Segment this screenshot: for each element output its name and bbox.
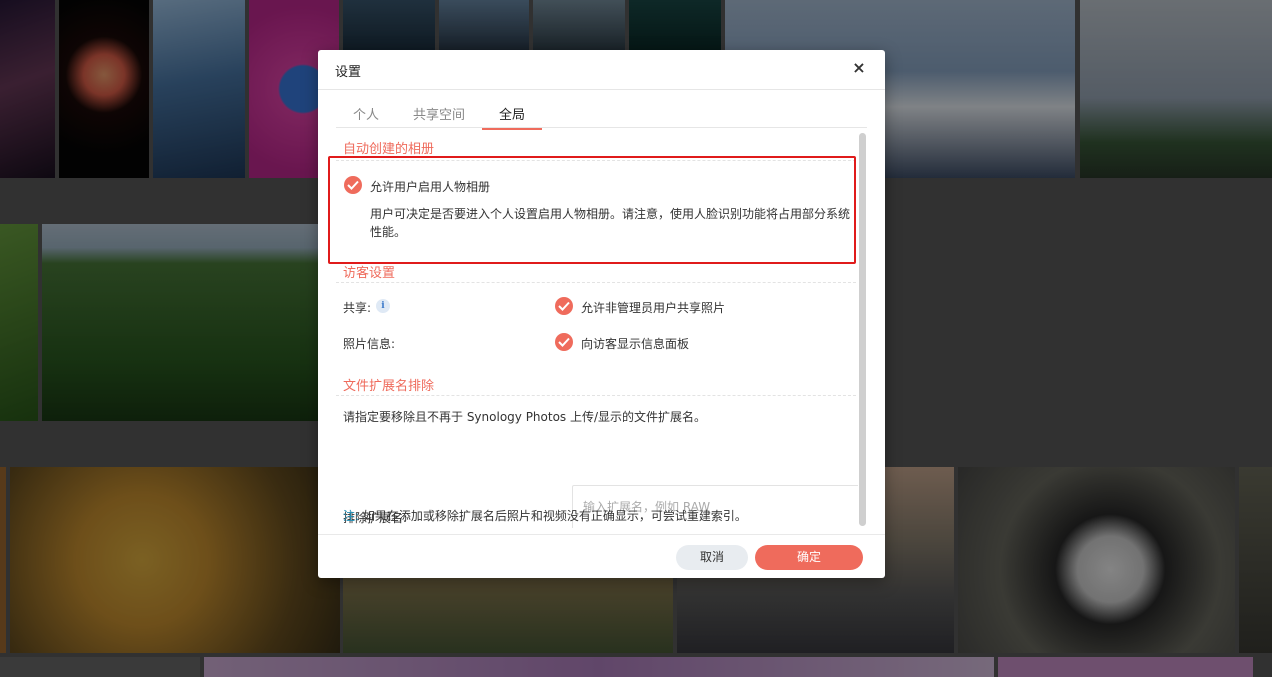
person-album-description: 用户可决定是否要进入个人设置启用人物相册。请注意，使用人脸识别功能将占用部分系统… — [370, 207, 851, 239]
title-divider — [318, 89, 885, 90]
section-divider — [336, 282, 856, 283]
note-text: 如果在添加或移除扩展名后照片和视频没有正确显示，可尝试重建索引。 — [362, 509, 747, 523]
info-panel-label: 向访客显示信息面板 — [581, 337, 690, 351]
section-title-visitor: 访客设置 — [343, 266, 396, 281]
note-label: 注: — [343, 509, 360, 523]
settings-dialog: 设置 × 个人 共享空间 全局 自动创建的相册 允许用户启用人物相册 用户可决定… — [318, 50, 885, 578]
content-scrollbar[interactable] — [859, 133, 866, 526]
checkmark-icon — [558, 301, 570, 311]
tabs-divider — [336, 127, 867, 128]
person-album-checkbox[interactable] — [344, 176, 362, 194]
footer-divider — [318, 534, 885, 535]
section-title-ext-exclude: 文件扩展名排除 — [343, 379, 435, 394]
settings-tabs: 个人 共享空间 全局 — [336, 104, 543, 130]
share-label: 共享: — [343, 301, 372, 315]
share-photos-label: 允许非管理员用户共享照片 — [581, 301, 726, 315]
cancel-button[interactable]: 取消 — [676, 545, 748, 570]
tab-shared-space[interactable]: 共享空间 — [396, 104, 482, 128]
info-icon[interactable]: i — [376, 299, 390, 313]
tab-personal[interactable]: 个人 — [336, 104, 396, 128]
section-divider — [336, 160, 856, 161]
photo-info-label: 照片信息: — [343, 337, 396, 351]
tab-global[interactable]: 全局 — [482, 104, 543, 130]
share-photos-checkbox[interactable] — [555, 297, 573, 315]
note: 注: 如果在添加或移除扩展名后照片和视频没有正确显示，可尝试重建索引。 — [343, 507, 747, 524]
checkmark-icon — [347, 180, 359, 190]
ext-exclude-instruction: 请指定要移除且不再于 Synology Photos 上传/显示的文件扩展名。 — [343, 410, 707, 424]
section-title-auto-album: 自动创建的相册 — [343, 142, 435, 157]
dialog-title: 设置 — [335, 65, 362, 80]
checkmark-icon — [558, 337, 570, 347]
info-panel-checkbox[interactable] — [555, 333, 573, 351]
person-album-label: 允许用户启用人物相册 — [370, 180, 491, 194]
section-divider — [336, 395, 856, 396]
scrollbar-thumb[interactable] — [859, 133, 866, 526]
ok-button[interactable]: 确定 — [755, 545, 863, 570]
settings-content: 自动创建的相册 允许用户启用人物相册 用户可决定是否要进入个人设置启用人物相册。… — [336, 132, 858, 528]
close-icon[interactable]: × — [851, 60, 867, 76]
